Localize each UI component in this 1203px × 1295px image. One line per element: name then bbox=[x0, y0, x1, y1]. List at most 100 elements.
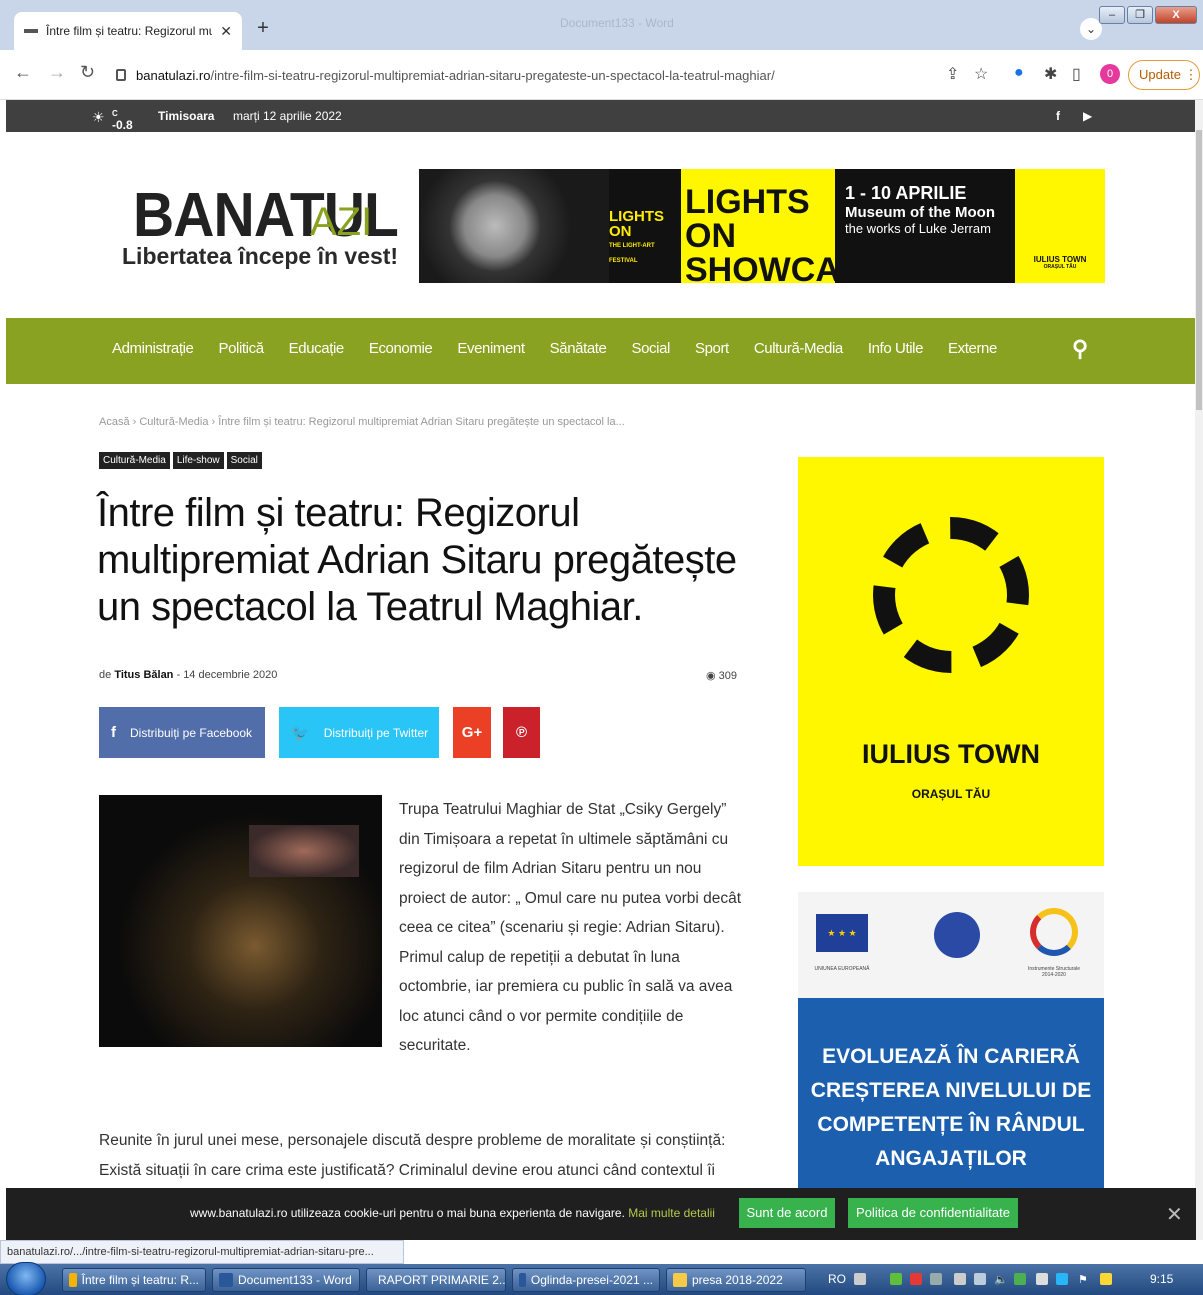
nav-item[interactable]: Eveniment bbox=[457, 340, 525, 357]
page-scrollbar[interactable] bbox=[1195, 100, 1203, 1240]
share-pinterest-button[interactable]: ℗ bbox=[503, 707, 540, 758]
sidebar-career-ad[interactable]: EVOLUEAZĂ ÎN CARIERĂ CREȘTEREA NIVELULUI… bbox=[798, 998, 1104, 1188]
tray-display-icon[interactable] bbox=[1036, 1273, 1048, 1285]
url-path: /intre-film-si-teatru-regizorul-multipre… bbox=[210, 67, 775, 83]
cookie-close-icon[interactable]: ✕ bbox=[1166, 1202, 1183, 1227]
sidebar-iulius-ad[interactable]: IULIUS TOWN ORAȘUL TĂU bbox=[798, 457, 1104, 866]
minimize-button[interactable]: – bbox=[1099, 6, 1125, 24]
tray-antivirus-icon[interactable] bbox=[910, 1273, 922, 1285]
scrollbar-thumb[interactable] bbox=[1196, 130, 1202, 410]
link-status-bubble: banatulazi.ro/.../intre-film-si-teatru-r… bbox=[0, 1240, 404, 1264]
share-twitter-button[interactable]: 🐦 Distribuiți pe Twitter bbox=[279, 707, 439, 758]
clock[interactable]: 9:15 bbox=[1150, 1272, 1173, 1286]
tray-app-icon[interactable] bbox=[890, 1273, 902, 1285]
maximize-button[interactable]: ❐ bbox=[1127, 6, 1153, 24]
temperature-unit: C bbox=[112, 109, 118, 118]
taskbar-button[interactable]: RAPORT PRIMARIE 2... bbox=[366, 1268, 506, 1292]
nav-item[interactable]: Sport bbox=[695, 340, 729, 357]
category-tag[interactable]: Social bbox=[226, 452, 262, 469]
cookie-accept-button[interactable]: Sunt de acord bbox=[739, 1198, 835, 1228]
extensions-puzzle-icon[interactable]: ✱ bbox=[1044, 64, 1057, 84]
article-title: Între film și teatru: Regizorul multipre… bbox=[97, 491, 737, 629]
update-button[interactable]: Update ⋮ bbox=[1128, 60, 1200, 90]
browser-tab[interactable]: Între film și teatru: Regizorul mult ✕ bbox=[14, 12, 242, 50]
start-button[interactable] bbox=[6, 1262, 46, 1295]
new-tab-button[interactable]: + bbox=[250, 16, 276, 42]
taskbar-button[interactable]: presa 2018-2022 bbox=[666, 1268, 806, 1292]
is-caption: Instrumente Structurale 2014-2020 bbox=[1028, 966, 1080, 978]
article-meta: de Titus Bălan - 14 decembrie 2020 bbox=[99, 669, 278, 681]
reload-icon[interactable]: ↻ bbox=[80, 62, 95, 83]
nav-item[interactable]: Administrație bbox=[112, 340, 194, 357]
twitter-bird-icon: 🐦 bbox=[291, 724, 310, 742]
site-logo-suffix[interactable]: AZI bbox=[310, 200, 372, 245]
facebook-icon[interactable]: f bbox=[1056, 109, 1060, 123]
url-bar[interactable]: banatulazi.ro/intre-film-si-teatru-regiz… bbox=[108, 58, 1008, 92]
taskbar-app-icon bbox=[219, 1273, 233, 1287]
nvidia-icon[interactable] bbox=[1014, 1273, 1026, 1285]
profile-avatar[interactable]: 0 bbox=[1100, 64, 1120, 84]
banner-works: the works of Luke Jerram bbox=[845, 221, 991, 236]
network-icon[interactable] bbox=[954, 1273, 966, 1285]
nav-item[interactable]: Sănătate bbox=[550, 340, 607, 357]
nav-item[interactable]: Externe bbox=[948, 340, 997, 357]
banner-iulius-logo: IULIUS TOWN ORAȘUL TĂU bbox=[1015, 169, 1105, 283]
language-indicator[interactable]: RO bbox=[828, 1272, 846, 1286]
keyboard-icon[interactable] bbox=[854, 1273, 866, 1285]
taskbar-button-label: RAPORT PRIMARIE 2... bbox=[378, 1273, 506, 1287]
taskbar-button[interactable]: Oglinda-presei-2021 ... bbox=[512, 1268, 660, 1292]
share-facebook-button[interactable]: f Distribuiți pe Facebook bbox=[99, 707, 265, 758]
bookmark-star-icon[interactable]: ☆ bbox=[974, 64, 988, 84]
nav-items: Administrație Politică Educație Economie Eve… bbox=[112, 340, 1022, 357]
taskbar-app-icon bbox=[519, 1273, 526, 1287]
search-icon[interactable]: ⚲ bbox=[1072, 336, 1088, 362]
article-paragraph-2: Reunite în jurul unei mese, personajele … bbox=[99, 1132, 726, 1179]
header-banner-ad[interactable]: LIGHTS ON THE LIGHT-ART FESTIVAL LIGHTS O… bbox=[419, 169, 1105, 283]
tab-close-icon[interactable]: ✕ bbox=[220, 23, 232, 40]
category-tag[interactable]: Cultură-Media bbox=[99, 452, 170, 469]
nav-item[interactable]: Economie bbox=[369, 340, 433, 357]
eye-icon: ◉ bbox=[706, 670, 716, 682]
taskbar-button[interactable]: Document133 - Word bbox=[212, 1268, 360, 1292]
current-date: marți 12 aprilie 2022 bbox=[233, 109, 342, 123]
cookie-more-link[interactable]: Mai multe detalii bbox=[628, 1206, 715, 1220]
tray-device-icon[interactable] bbox=[930, 1273, 942, 1285]
article-photo[interactable] bbox=[99, 795, 382, 1047]
share-icon[interactable]: ⇪ bbox=[946, 64, 959, 84]
weather-sun-icon: ☀ bbox=[92, 109, 105, 125]
category-tag[interactable]: Life-show bbox=[172, 452, 224, 469]
extension-icon[interactable]: ● bbox=[1014, 64, 1024, 82]
breadcrumb[interactable]: Acasă › Cultură-Media › Între film și te… bbox=[99, 416, 625, 428]
taskbar-button-label: Între film și teatru: R... bbox=[81, 1273, 199, 1287]
view-count-value: 309 bbox=[718, 670, 738, 682]
main-navigation: Administrație Politică Educație Economie Eve… bbox=[6, 318, 1196, 384]
volume-icon[interactable]: 🔈 bbox=[994, 1273, 1008, 1286]
author-link[interactable]: Titus Bălan bbox=[114, 669, 173, 681]
forward-arrow-icon[interactable]: → bbox=[48, 62, 66, 83]
nav-item[interactable]: Info Utile bbox=[868, 340, 924, 357]
banner-lights-on: LIGHTS ON THE LIGHT-ART FESTIVAL bbox=[609, 169, 681, 283]
window-title: Document133 - Word bbox=[560, 16, 674, 30]
share-googleplus-button[interactable]: G+ bbox=[453, 707, 491, 758]
tray-sync-icon[interactable] bbox=[1056, 1273, 1068, 1285]
youtube-icon[interactable]: ▶ bbox=[1083, 109, 1092, 123]
site-topbar: ☀ -0.8 C Timisoara marți 12 aprilie 2022… bbox=[6, 100, 1196, 132]
temperature: -0.8 C bbox=[112, 109, 133, 132]
update-label: Update bbox=[1139, 67, 1181, 82]
taskbar-button[interactable]: Între film și teatru: R... bbox=[62, 1268, 206, 1292]
action-center-flag-icon[interactable]: ⚑ bbox=[1078, 1273, 1090, 1286]
window-close-button[interactable]: X bbox=[1155, 6, 1197, 24]
side-panel-icon[interactable]: ▯ bbox=[1072, 64, 1081, 84]
googleplus-icon: G+ bbox=[461, 724, 483, 741]
nav-item[interactable]: Politică bbox=[219, 340, 265, 357]
tray-notes-icon[interactable] bbox=[1100, 1273, 1112, 1285]
privacy-policy-button[interactable]: Politica de confidentialitate bbox=[848, 1198, 1018, 1228]
nav-item[interactable]: Social bbox=[632, 340, 671, 357]
nav-item[interactable]: Educație bbox=[289, 340, 345, 357]
banner-iulius-text: IULIUS TOWN bbox=[1033, 255, 1087, 264]
nav-item[interactable]: Cultură-Media bbox=[754, 340, 843, 357]
sidebar-eu-logos[interactable]: ★ ★ ★ UNIUNEA EUROPEANĂ Instrumente Stru… bbox=[798, 892, 1104, 998]
back-arrow-icon[interactable]: ← bbox=[14, 62, 32, 83]
power-icon[interactable] bbox=[974, 1273, 986, 1285]
banner-lights-on-text: LIGHTS ON bbox=[609, 208, 664, 240]
